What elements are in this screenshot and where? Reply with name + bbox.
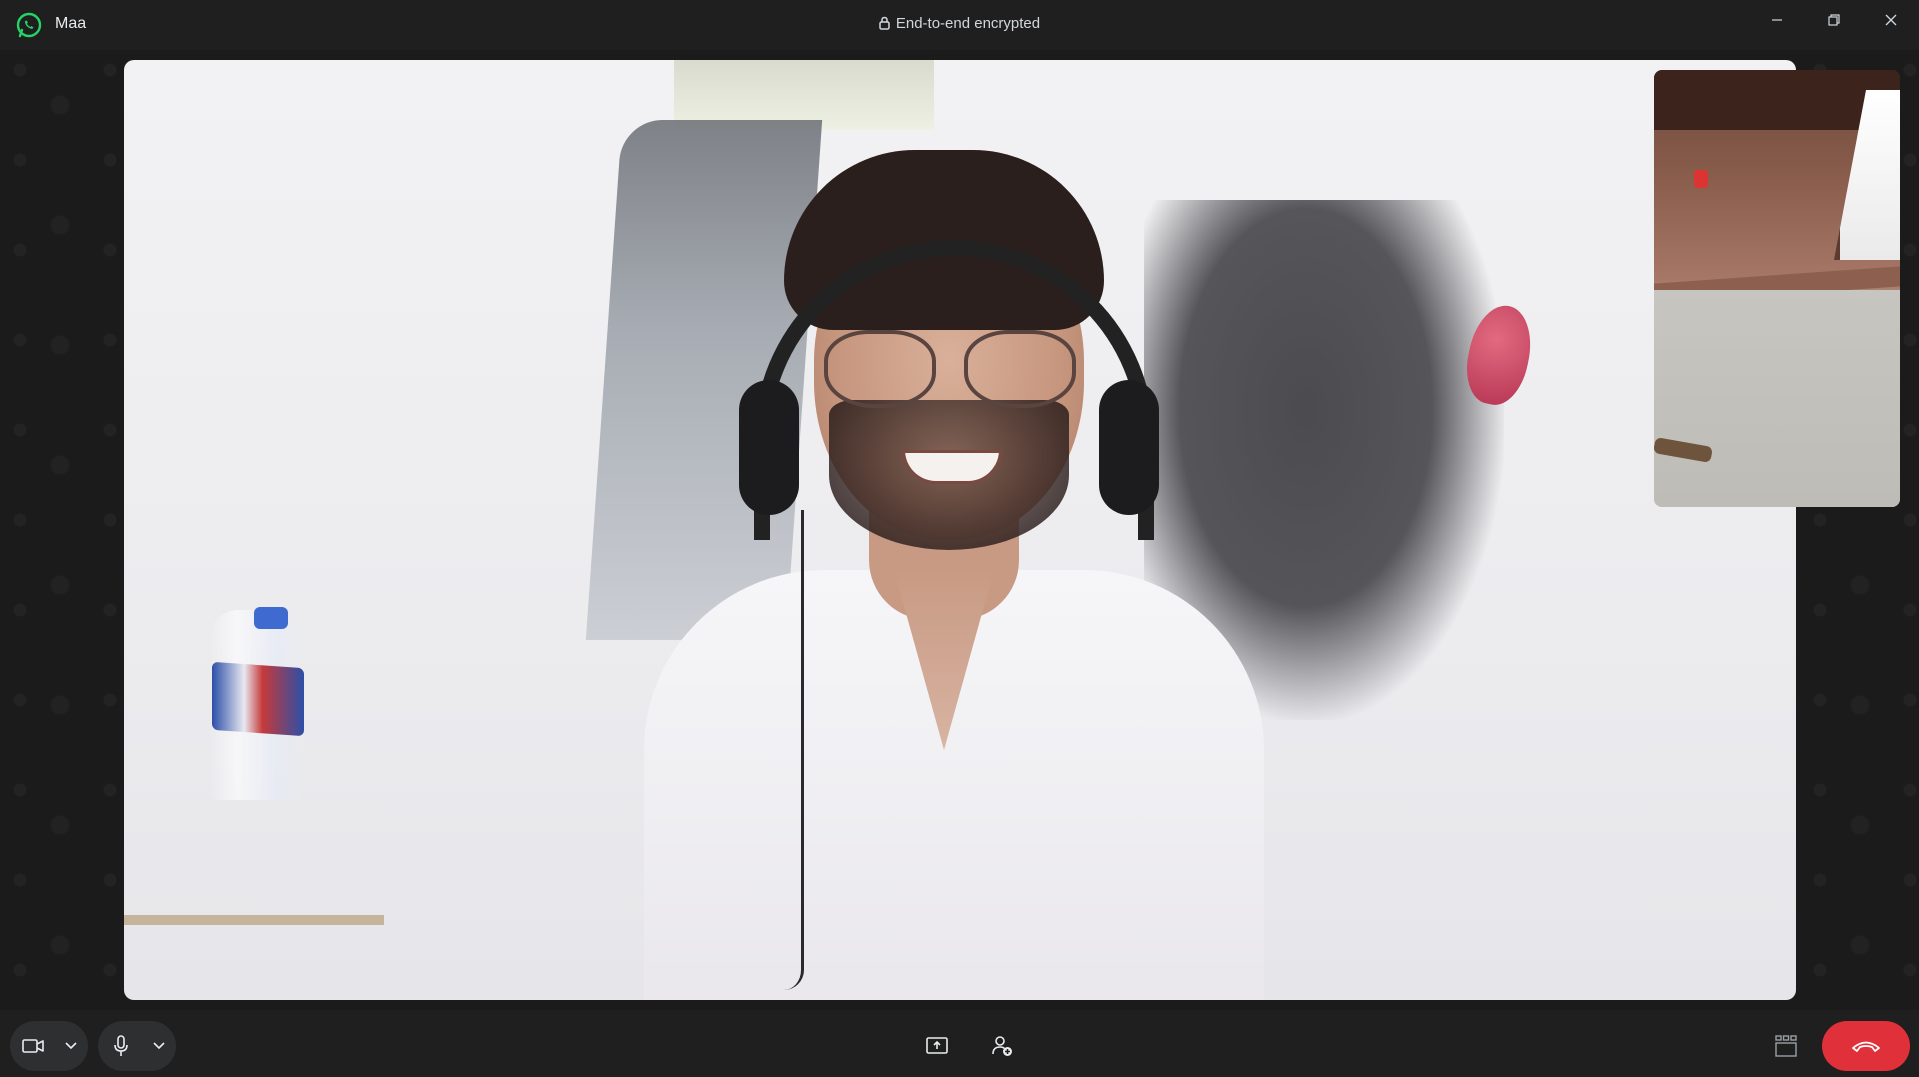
lock-icon (879, 16, 890, 34)
whatsapp-logo-icon (16, 12, 42, 38)
self-scene-pin (1694, 170, 1708, 188)
video-scene-bottle-cap (254, 607, 288, 629)
video-camera-icon (22, 1039, 44, 1053)
close-icon (1885, 14, 1897, 26)
video-scene-stick (124, 915, 384, 925)
self-video-preview[interactable] (1654, 70, 1900, 507)
remote-video-feed[interactable] (124, 60, 1796, 1000)
video-scene-bottle-label (212, 661, 304, 737)
minimize-icon (1772, 19, 1782, 21)
title-bar: Maa End-to-end encrypted (0, 0, 1919, 50)
add-participant-button[interactable] (984, 1028, 1020, 1064)
layout-grid-icon (1775, 1035, 1797, 1057)
remote-participant (644, 150, 1264, 1000)
restore-button[interactable] (1806, 0, 1862, 40)
headphone-earcup-right (1099, 380, 1159, 515)
camera-options-button[interactable] (56, 1021, 86, 1071)
add-person-icon (992, 1036, 1012, 1056)
mute-toggle-button[interactable] (98, 1021, 144, 1071)
layout-button[interactable] (1768, 1028, 1804, 1064)
restore-icon (1828, 14, 1840, 26)
end-call-icon (1852, 1041, 1880, 1052)
microphone-options-button[interactable] (144, 1021, 174, 1071)
camera-toggle-button[interactable] (10, 1021, 56, 1071)
headphone-earcup-left (739, 380, 799, 515)
call-controls-bar (0, 1010, 1919, 1077)
minimize-button[interactable] (1749, 0, 1805, 40)
close-button[interactable] (1863, 0, 1919, 40)
end-call-button[interactable] (1822, 1021, 1910, 1071)
chevron-down-icon (153, 1042, 165, 1050)
encryption-status: End-to-end encrypted (0, 15, 1919, 34)
whatsapp-call-window: Maa End-to-end encrypted (0, 0, 1919, 1077)
share-screen-button[interactable] (919, 1028, 955, 1064)
share-screen-icon (926, 1037, 948, 1054)
self-scene-wall (1654, 290, 1900, 507)
encryption-label: End-to-end encrypted (895, 15, 1041, 32)
contact-name: Maa (55, 15, 87, 32)
microphone-icon (114, 1035, 128, 1056)
headphone-cable (764, 510, 804, 990)
microphone-control-group (98, 1021, 176, 1071)
chevron-down-icon (65, 1042, 77, 1050)
camera-control-group (10, 1021, 88, 1071)
